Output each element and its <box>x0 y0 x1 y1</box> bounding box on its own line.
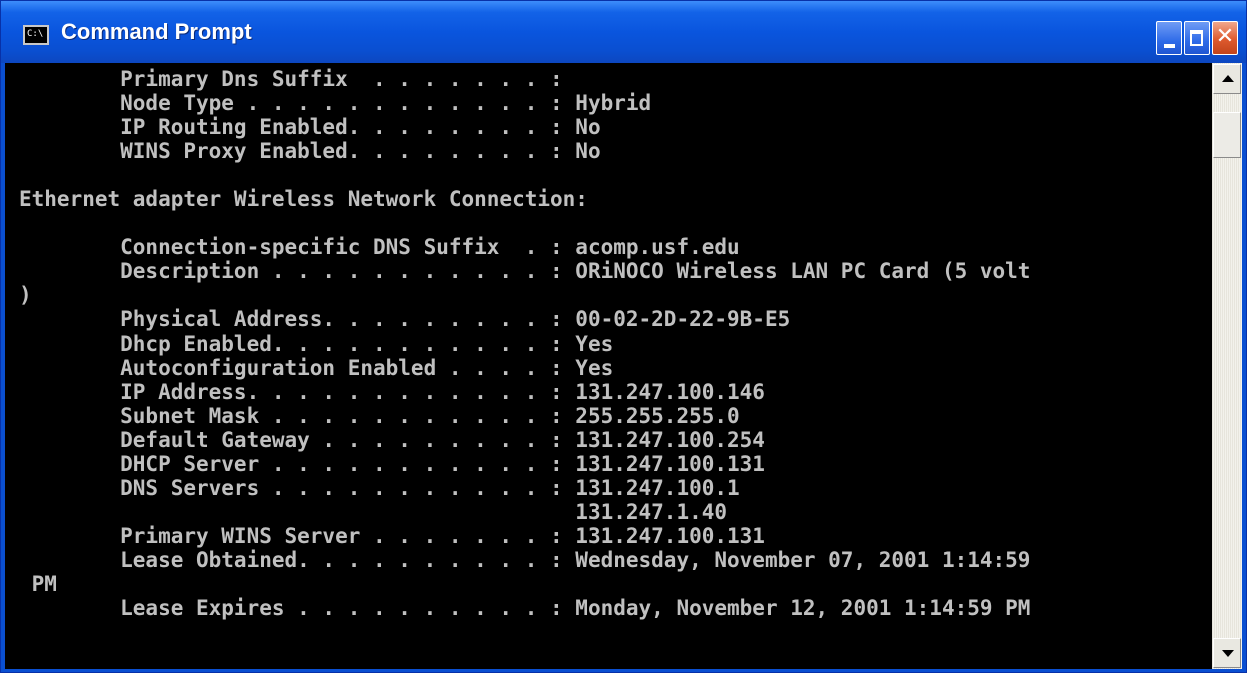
console-line: Primary WINS Server . . . . . . . : 131.… <box>19 523 765 548</box>
console-line: 131.247.1.40 <box>19 499 728 524</box>
scroll-down-button[interactable] <box>1213 638 1241 668</box>
console-line: Primary Dns Suffix . . . . . . . : <box>19 67 563 91</box>
console-line: Node Type . . . . . . . . . . . . : Hybr… <box>19 91 652 116</box>
console-line: ) <box>19 283 32 308</box>
scrollbar-thumb[interactable] <box>1213 112 1241 158</box>
console-line: IP Address. . . . . . . . . . . . : 131.… <box>19 379 765 404</box>
console-line: Dhcp Enabled. . . . . . . . . . . : Yes <box>19 331 614 356</box>
command-prompt-window: C:\ Command Prompt ✕ Primary Dns Suffix … <box>0 0 1247 673</box>
console-line: Physical Address. . . . . . . . . : 00-0… <box>19 307 791 332</box>
console-line: IP Routing Enabled. . . . . . . . : No <box>19 115 601 140</box>
console-line: PM <box>19 571 57 596</box>
console-line: Lease Expires . . . . . . . . . . : Mond… <box>19 596 1031 621</box>
minimize-button[interactable] <box>1156 21 1182 55</box>
console-line: Subnet Mask . . . . . . . . . . . : 255.… <box>19 403 740 428</box>
console-line: WINS Proxy Enabled. . . . . . . . : No <box>19 139 601 164</box>
console-line: Default Gateway . . . . . . . . . : 131.… <box>19 427 765 452</box>
vertical-scrollbar[interactable] <box>1212 63 1242 669</box>
minimize-icon <box>1164 44 1175 48</box>
console-text: Primary Dns Suffix . . . . . . . : Node … <box>5 63 1212 644</box>
title-bar[interactable]: C:\ Command Prompt ✕ <box>1 1 1246 63</box>
console-line: Connection-specific DNS Suffix . : acomp… <box>19 235 740 260</box>
console-line: Lease Obtained. . . . . . . . . . : Wedn… <box>19 547 1031 572</box>
console-line: DNS Servers . . . . . . . . . . . : 131.… <box>19 475 740 500</box>
console-app-icon[interactable]: C:\ <box>23 25 49 45</box>
console-output[interactable]: Primary Dns Suffix . . . . . . . : Node … <box>5 63 1212 669</box>
arrow-up-icon <box>1222 75 1234 82</box>
maximize-button[interactable] <box>1184 21 1210 55</box>
maximize-icon <box>1190 30 1203 46</box>
close-button[interactable]: ✕ <box>1212 21 1238 55</box>
close-icon: ✕ <box>1215 24 1235 49</box>
scroll-up-button[interactable] <box>1213 64 1241 94</box>
console-line: Ethernet adapter Wireless Network Connec… <box>19 187 588 212</box>
console-line: Description . . . . . . . . . . . : ORiN… <box>19 259 1031 284</box>
console-line: DHCP Server . . . . . . . . . . . : 131.… <box>19 451 765 476</box>
window-title: Command Prompt <box>61 19 252 44</box>
console-line: Autoconfiguration Enabled . . . . : Yes <box>19 355 614 380</box>
arrow-down-icon <box>1222 650 1234 657</box>
